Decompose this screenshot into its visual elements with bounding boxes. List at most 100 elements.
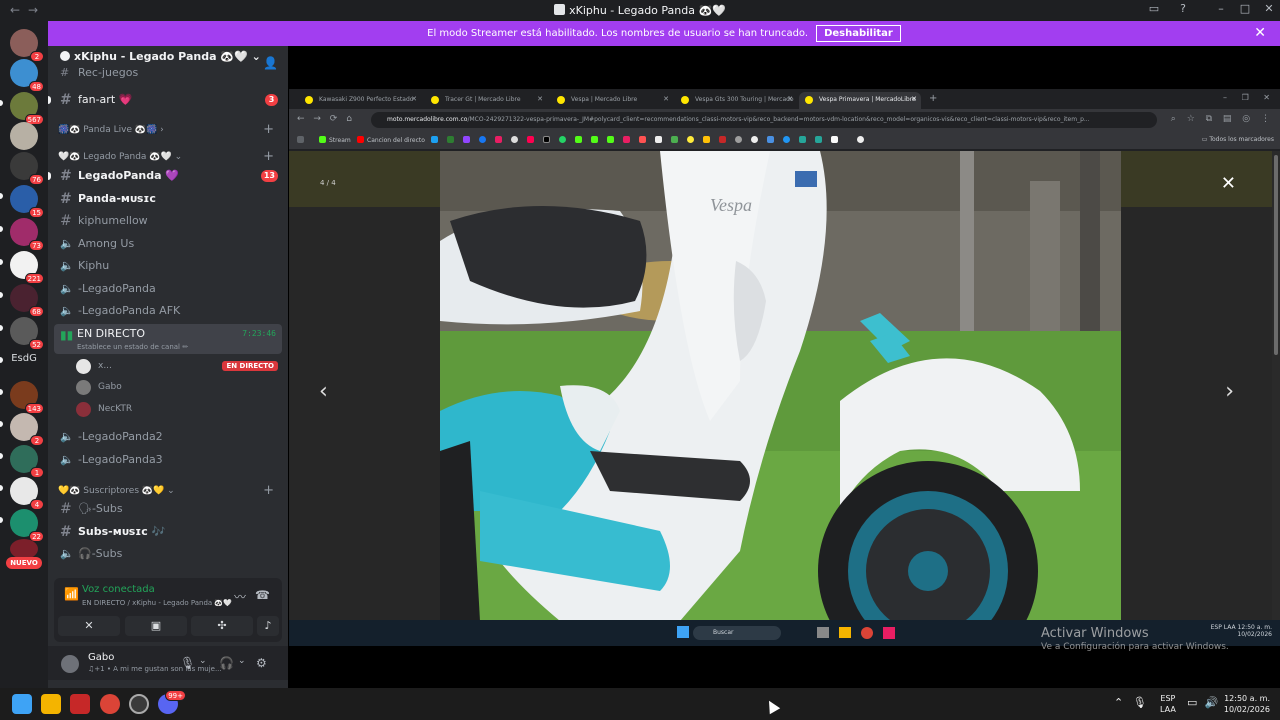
screen-share-button[interactable]: ▣ bbox=[125, 616, 187, 636]
close-window-button[interactable]: ✕ bbox=[1258, 2, 1280, 18]
bookmark-icon[interactable] bbox=[735, 136, 742, 143]
voice-user[interactable]: x... EN DIRECTO bbox=[76, 357, 282, 377]
server-icon[interactable]: 221 bbox=[10, 251, 44, 284]
server-icon[interactable]: 1 bbox=[10, 445, 44, 478]
snipping-tool-icon[interactable] bbox=[70, 694, 90, 714]
voice-status[interactable]: Voz conectada bbox=[82, 584, 155, 595]
chevron-right-icon[interactable]: › bbox=[1225, 379, 1234, 404]
voice-channel-among-us[interactable]: 🔈 Among Us bbox=[54, 234, 282, 254]
headphones-icon[interactable]: 🎧 bbox=[219, 656, 234, 670]
server-icon[interactable] bbox=[10, 539, 38, 559]
bookmark-icon[interactable] bbox=[799, 136, 806, 143]
bookmark-icon[interactable] bbox=[447, 136, 454, 143]
user-name[interactable]: Gabo bbox=[88, 652, 114, 663]
channel-panda-music[interactable]: # Panda-ᴍᴜsɪᴄ bbox=[54, 189, 282, 209]
server-icon[interactable]: 15 bbox=[10, 185, 44, 218]
bookmark-icon[interactable] bbox=[767, 136, 774, 143]
channel-status[interactable]: Establece un estado de canal ✏ bbox=[77, 343, 188, 351]
bookmark-icon[interactable] bbox=[623, 136, 630, 143]
close-icon[interactable]: ✕ bbox=[787, 95, 793, 103]
server-icon[interactable]: 4 bbox=[10, 477, 44, 510]
browser-tab[interactable]: Tracer Gt | Mercado Libre ✕ bbox=[425, 92, 547, 109]
browser-nav-icons[interactable]: ← → ⟳ ⌂ bbox=[297, 114, 352, 124]
bookmark-icon[interactable] bbox=[495, 136, 502, 143]
close-icon[interactable]: ✕ bbox=[411, 95, 417, 103]
browser-tab[interactable]: Vespa | Mercado Libre ✕ bbox=[551, 92, 673, 109]
server-icon[interactable]: 48 bbox=[10, 59, 44, 92]
close-icon[interactable]: ✕ bbox=[1221, 173, 1236, 194]
microphone-icon[interactable]: 🎙 bbox=[180, 656, 195, 670]
category-suscriptores[interactable]: 💛🐼 Suscriptores 🐼💛 ⌄ + bbox=[58, 483, 282, 498]
noise-suppression-icon[interactable]: 〰 bbox=[234, 588, 246, 605]
minimize-button[interactable]: – bbox=[1210, 2, 1232, 18]
bookmark-icon[interactable] bbox=[831, 136, 838, 143]
kick-icon[interactable] bbox=[591, 136, 598, 143]
voice-channel-subs[interactable]: 🔈 🎧-Subs bbox=[54, 544, 282, 564]
address-bar[interactable]: moto.mercadolibre.com.co/MCO-2429271322-… bbox=[371, 112, 1157, 128]
scrollbar-thumb[interactable] bbox=[1274, 155, 1278, 355]
category-legado-panda[interactable]: 🤍🐼 Legado Panda 🐼🤍 ⌄ + bbox=[58, 149, 282, 164]
apps-icon[interactable] bbox=[297, 136, 304, 143]
discord-icon[interactable]: 99+ bbox=[158, 690, 186, 714]
screen-share-icon[interactable]: ▭ bbox=[1143, 2, 1165, 18]
channel-legadopanda[interactable]: # LegadoPanda 💜 13 bbox=[48, 166, 282, 186]
close-icon[interactable]: ✕ bbox=[1254, 25, 1266, 41]
bookmark-icon[interactable] bbox=[671, 136, 678, 143]
maximize-button[interactable]: □ bbox=[1234, 2, 1256, 18]
server-icon[interactable]: 22 bbox=[10, 509, 44, 542]
voice-channel-legadopanda[interactable]: 🔈 -LegadoPanda bbox=[54, 279, 282, 299]
user-status[interactable]: ♫+1 • A mi me gustan son las muje... bbox=[88, 665, 222, 673]
add-channel-icon[interactable]: + bbox=[263, 483, 274, 498]
server-icon[interactable]: 52 bbox=[10, 317, 44, 350]
disconnect-icon[interactable]: ☎ bbox=[255, 588, 270, 602]
all-bookmarks[interactable]: ▭ Todos los marcadores bbox=[1202, 136, 1274, 143]
browser-tab[interactable]: Kawasaki Z900 Perfecto Estado ✕ bbox=[299, 92, 421, 109]
soundboard-button[interactable]: ♪ bbox=[257, 616, 279, 636]
voice-user[interactable]: Gabo bbox=[76, 378, 282, 398]
bookmark-icon[interactable] bbox=[655, 136, 662, 143]
server-icon[interactable]: 68 bbox=[10, 284, 44, 317]
bookmark-icon[interactable] bbox=[511, 136, 518, 143]
browser-tab-active[interactable]: Vespa Primavera | MercadoLibre ✕ bbox=[799, 92, 921, 109]
tray-icons[interactable]: ⌃ 🎙 bbox=[1114, 696, 1147, 709]
server-icon[interactable]: 143 bbox=[10, 381, 44, 414]
app-icon[interactable] bbox=[129, 694, 149, 714]
browser-window-controls[interactable]: – ❐ ✕ bbox=[1223, 93, 1270, 102]
file-explorer-icon[interactable] bbox=[41, 694, 61, 714]
server-icon[interactable]: 2 bbox=[10, 29, 44, 62]
disable-streamer-button[interactable]: Deshabilitar bbox=[816, 25, 901, 42]
activities-button[interactable]: ✣ bbox=[191, 616, 253, 636]
settings-gear-icon[interactable]: ⚙ bbox=[256, 656, 267, 670]
captured-browser-window[interactable]: Kawasaki Z900 Perfecto Estado ✕ Tracer Gt… bbox=[289, 89, 1280, 630]
clock[interactable]: 12:50 a. m. 10/02/2026 bbox=[1224, 693, 1270, 715]
server-icon[interactable]: 73 bbox=[10, 218, 44, 251]
windows-start-icon[interactable] bbox=[12, 694, 32, 714]
tiktok-icon[interactable] bbox=[543, 136, 550, 143]
bookmark-icon[interactable] bbox=[479, 136, 486, 143]
tray-icons-network-volume[interactable]: ▭ 🔊 bbox=[1187, 696, 1219, 709]
chrome-icon[interactable] bbox=[100, 694, 120, 714]
channel-kiphumellow[interactable]: # kiphumellow bbox=[54, 211, 282, 231]
bookmark-icon[interactable] bbox=[687, 136, 694, 143]
help-icon[interactable]: ? bbox=[1172, 2, 1194, 18]
voice-channel-legadopanda3[interactable]: 🔈 -LegadoPanda3 bbox=[54, 450, 282, 470]
add-channel-icon[interactable]: + bbox=[263, 149, 274, 164]
bookmark-icon[interactable] bbox=[857, 136, 864, 143]
channel-subs[interactable]: # 🗣-Subs bbox=[54, 499, 282, 519]
bookmark-icon[interactable] bbox=[639, 136, 646, 143]
channel-subs-music[interactable]: # Subs-ᴍᴜsɪᴄ 🎶 bbox=[54, 522, 282, 542]
close-icon[interactable]: ✕ bbox=[537, 95, 543, 103]
channel-fan-art[interactable]: # fan-art 💗 3 bbox=[48, 90, 282, 110]
voice-location[interactable]: EN DIRECTO / xKiphu - Legado Panda 🐼🤍 bbox=[82, 599, 232, 607]
bookmark-icon[interactable] bbox=[751, 136, 758, 143]
bookmark-icon[interactable] bbox=[463, 136, 470, 143]
voice-channel-legadopanda2[interactable]: 🔈 -LegadoPanda2 bbox=[54, 427, 282, 447]
voice-channel-kiphu[interactable]: 🔈 Kiphu bbox=[54, 256, 282, 276]
server-icon[interactable]: 567 bbox=[10, 92, 44, 125]
bookmark-icon[interactable] bbox=[607, 136, 614, 143]
voice-channel-legadopanda-afk[interactable]: 🔈 -LegadoPanda AFK bbox=[54, 301, 282, 321]
scrollbar[interactable] bbox=[1272, 151, 1280, 621]
avatar[interactable] bbox=[61, 655, 79, 673]
bookmark-stream[interactable]: Stream bbox=[319, 136, 351, 144]
browser-tab[interactable]: Vespa Gts 300 Touring | Mercado ✕ bbox=[675, 92, 797, 109]
